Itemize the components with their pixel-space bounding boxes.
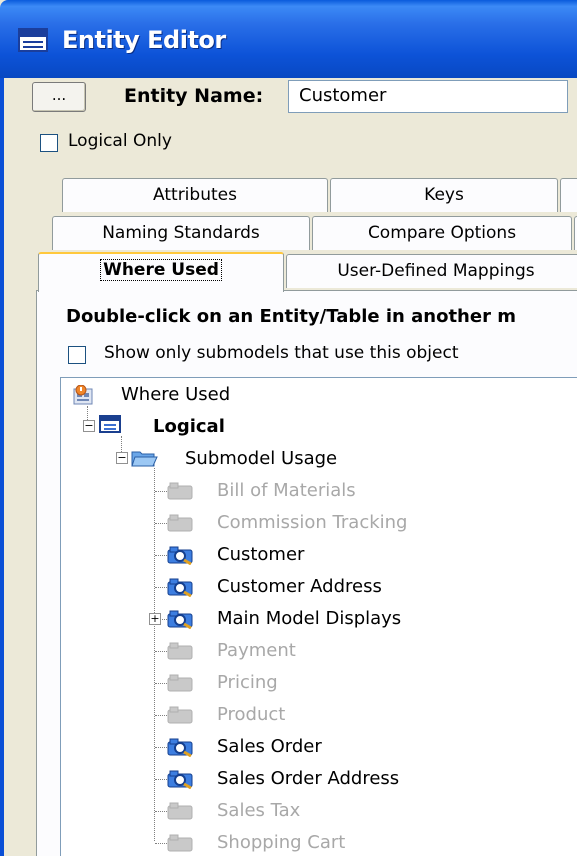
tree-node-label: Sales Order: [217, 736, 322, 757]
expand-main-model-displays-icon[interactable]: +: [149, 613, 161, 625]
submodel-icon: [167, 642, 193, 660]
tree-node-label: Commission Tracking: [217, 512, 408, 533]
tree-node-label: Payment: [217, 640, 296, 661]
submodel-icon: [167, 770, 193, 789]
submodel-icon: [167, 674, 193, 692]
tree-node-label: Shopping Cart: [217, 832, 346, 853]
logical-only-checkbox[interactable]: [40, 134, 58, 152]
submodel-icon: [167, 834, 193, 852]
entity-name-label: Entity Name:: [124, 85, 264, 107]
tab-label: Where Used: [100, 259, 222, 281]
browse-button[interactable]: ...: [32, 82, 86, 112]
submodel-icon: [167, 514, 193, 532]
tree-node-label: Main Model Displays: [217, 608, 402, 629]
title-bar[interactable]: Entity Editor: [0, 0, 577, 78]
tree-node-label: Customer: [217, 544, 305, 565]
submodel-icon: [167, 482, 193, 500]
submodel-icon: [167, 802, 193, 820]
tab-user-defined-mappings[interactable]: User-Defined Mappings: [286, 254, 577, 288]
tree-node-label: Bill of Materials: [217, 480, 356, 501]
collapse-submodel-usage-icon[interactable]: −: [116, 452, 128, 464]
submodel-icon: [167, 546, 193, 565]
folder-open-icon: [131, 451, 158, 467]
tab-label: User-Defined Mappings: [337, 261, 535, 281]
submodel-icon: [167, 706, 193, 724]
tab-naming-standards[interactable]: Naming Standards: [52, 216, 310, 250]
window-icon: [18, 28, 48, 52]
submodel-icon: [167, 578, 193, 597]
collapse-logical-icon[interactable]: −: [83, 420, 95, 432]
tree-node-label: Customer Address: [217, 576, 382, 597]
tab-label: Attributes: [153, 185, 237, 205]
window-border: [0, 78, 4, 856]
tree-node-label: Product: [217, 704, 286, 725]
entity-name-input[interactable]: Customer: [288, 80, 568, 113]
tree-node-label: Sales Tax: [217, 800, 301, 821]
window-title: Entity Editor: [62, 26, 226, 54]
where-used-icon: [73, 385, 93, 405]
submodel-icon: [167, 610, 193, 629]
where-used-tree[interactable]: Where Used − Logical − Submodel Usage Bi…: [60, 377, 577, 856]
tab-where-used[interactable]: Where Used: [38, 252, 284, 292]
show-submodels-checkbox[interactable]: [68, 346, 86, 364]
tab-more-row1[interactable]: [560, 178, 577, 212]
tab-label: Keys: [424, 185, 464, 205]
instruction-text: Double-click on an Entity/Table in anoth…: [66, 306, 516, 327]
tab-keys[interactable]: Keys: [330, 178, 558, 212]
logical-model-icon: [99, 415, 121, 433]
tree-node-label: Pricing: [217, 672, 278, 693]
tab-attributes[interactable]: Attributes: [62, 178, 328, 212]
submodel-icon: [167, 738, 193, 757]
show-submodels-label: Show only submodels that use this object: [104, 343, 459, 363]
logical-only-label: Logical Only: [68, 131, 172, 151]
tab-label: Compare Options: [367, 223, 517, 243]
tree-node-label: Sales Order Address: [217, 768, 400, 789]
tab-label: Naming Standards: [102, 223, 260, 243]
tab-compare-options[interactable]: Compare Options: [312, 216, 572, 250]
